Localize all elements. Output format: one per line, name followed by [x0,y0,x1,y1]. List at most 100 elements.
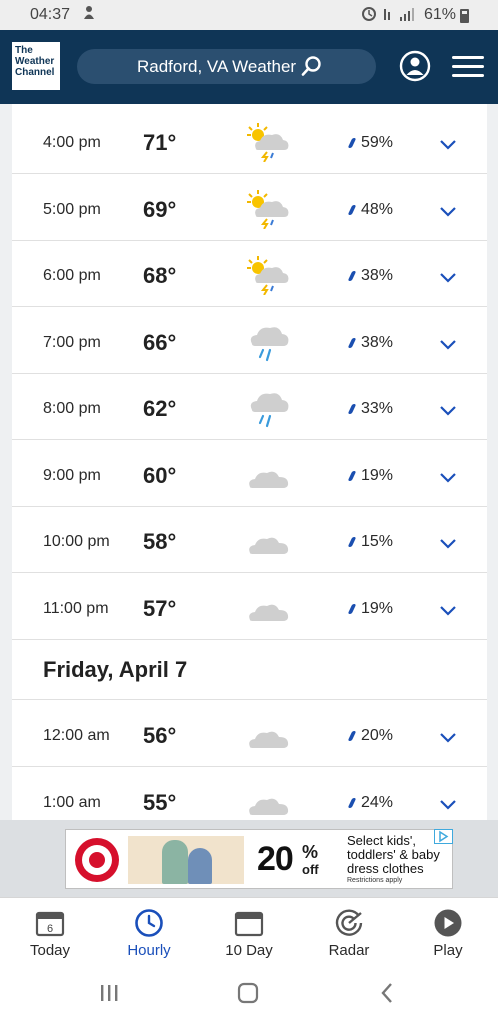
raindrop-icon [347,138,357,148]
raindrop-icon [347,537,357,547]
cloud-icon [246,715,292,755]
back-icon[interactable] [381,983,392,1003]
chevron-down-icon[interactable] [439,338,457,356]
account-icon[interactable] [399,50,431,87]
precip-chance: 19% [347,599,394,618]
raindrop-icon [347,337,357,348]
hourly-row[interactable]: 6:00 pm 68° 38% [12,241,487,307]
hour-time: 10:00 pm [43,533,110,550]
chevron-down-icon[interactable] [439,604,457,622]
chevron-down-icon[interactable] [439,138,457,156]
precip-value: 15% [361,533,394,550]
precip-value: 19% [361,599,394,617]
raindrop-icon [347,271,357,281]
partly-sunny-thunderstorm-icon [246,122,292,163]
play-icon [434,909,462,937]
hourly-row[interactable]: 8:00 pm 62° 33% [12,374,487,440]
calendar-icon [234,911,264,937]
nav-play[interactable]: Play [403,898,493,968]
hourly-row[interactable]: 11:00 pm 57° 19% [12,574,487,640]
notification-icon [82,4,96,24]
precip-value: 19% [361,466,394,484]
nav-today[interactable]: 6 Today [5,898,95,968]
hour-time: 9:00 pm [43,466,101,484]
hour-temperature: 58° [143,529,177,554]
chevron-down-icon[interactable] [439,205,457,223]
nav-radar-label: Radar [328,942,370,959]
radar-icon [335,909,363,936]
location-label: Radford, VA Weather [137,57,297,76]
battery-percent: 61% [424,6,457,23]
system-icons [362,6,420,25]
nav-radar[interactable]: Radar [304,898,394,968]
hour-time: 8:00 pm [43,400,101,417]
hour-temperature: 69° [143,196,177,222]
battery-icon [460,9,469,23]
ad-off-label: off [302,862,319,877]
precip-value: 48% [361,200,394,218]
cloud-icon [246,588,292,628]
raindrop-icon [347,470,357,481]
location-search-bar[interactable]: Radford, VA Weather [77,49,376,84]
hourly-row[interactable]: 9:00 pm 60° 19% [12,441,487,507]
rain-cloud-icon [246,322,292,362]
raindrop-icon [347,731,357,741]
status-time: 04:37 [30,6,71,23]
chevron-down-icon[interactable] [439,537,457,555]
chevron-down-icon[interactable] [439,471,457,489]
hour-temperature: 62° [143,396,177,421]
nav-10-day[interactable]: 10 Day [204,898,294,968]
hour-time: 11:00 pm [43,599,109,617]
hour-time: 5:00 pm [43,200,101,218]
nav-today-label: Today [29,942,71,959]
ad-photo [128,836,244,884]
weather-channel-logo[interactable]: The Weather Channel [12,42,60,90]
precip-chance: 48% [347,200,394,219]
nav-hourly[interactable]: Hourly [104,898,194,968]
precip-chance: 24% [347,794,393,812]
target-logo-icon [73,836,121,889]
hour-temperature: 68° [143,263,177,288]
home-icon[interactable] [237,982,259,1004]
precip-chance: 59% [347,134,394,152]
recent-apps-icon[interactable] [101,985,118,1001]
chevron-down-icon[interactable] [439,404,457,422]
calendar-day-icon: 6 [35,911,65,937]
logo-line: Channel [15,67,55,78]
chevron-down-icon[interactable] [439,731,457,749]
cloud-icon [246,782,292,821]
chevron-down-icon[interactable] [439,798,457,816]
hour-time: 1:00 am [43,793,101,811]
ad-discount: 20 [257,840,294,878]
day-header-label: Friday, April 7 [43,657,188,682]
logo-line: The [15,45,33,56]
hourly-row[interactable]: 7:00 pm 66° 38% [12,308,487,374]
rain-cloud-icon [246,388,292,428]
precip-chance: 20% [347,727,394,745]
chevron-down-icon[interactable] [439,271,457,289]
hour-time: 6:00 pm [43,267,101,284]
precip-value: 20% [361,727,394,744]
hamburger-menu-icon[interactable] [452,56,484,83]
hour-temperature: 55° [143,789,177,815]
precip-chance: 38% [347,267,393,285]
raindrop-icon [347,797,357,808]
hourly-row[interactable]: 10:00 pm 58° 15% [12,507,487,573]
partly-sunny-thunderstorm-icon [246,255,292,296]
nav-hourly-label: Hourly [127,942,171,959]
hourly-row[interactable]: 12:00 am 56° 20% [12,701,487,767]
hourly-forecast-list: 4:00 pm 71° 59% 5:00 pm 69° 48% 6:00 pm 68° 38% 7… [12,104,487,820]
target-ad[interactable]: 20 % off Select kids', toddlers' & baby … [65,829,453,889]
raindrop-icon [347,603,357,614]
hourly-row[interactable]: 1:00 am 55° 24% [12,768,487,821]
cloud-icon [246,455,292,495]
adchoices-icon[interactable] [434,829,453,844]
hourly-row[interactable]: 5:00 pm 69° 48% [12,175,487,241]
precip-value: 59% [361,134,394,151]
hour-temperature: 71° [143,130,177,155]
raindrop-icon [347,204,357,215]
hourly-row[interactable]: 4:00 pm 71° 59% [12,108,487,174]
hour-temperature: 66° [143,329,177,355]
hour-temperature: 57° [143,595,177,621]
precip-chance: 19% [347,466,394,485]
